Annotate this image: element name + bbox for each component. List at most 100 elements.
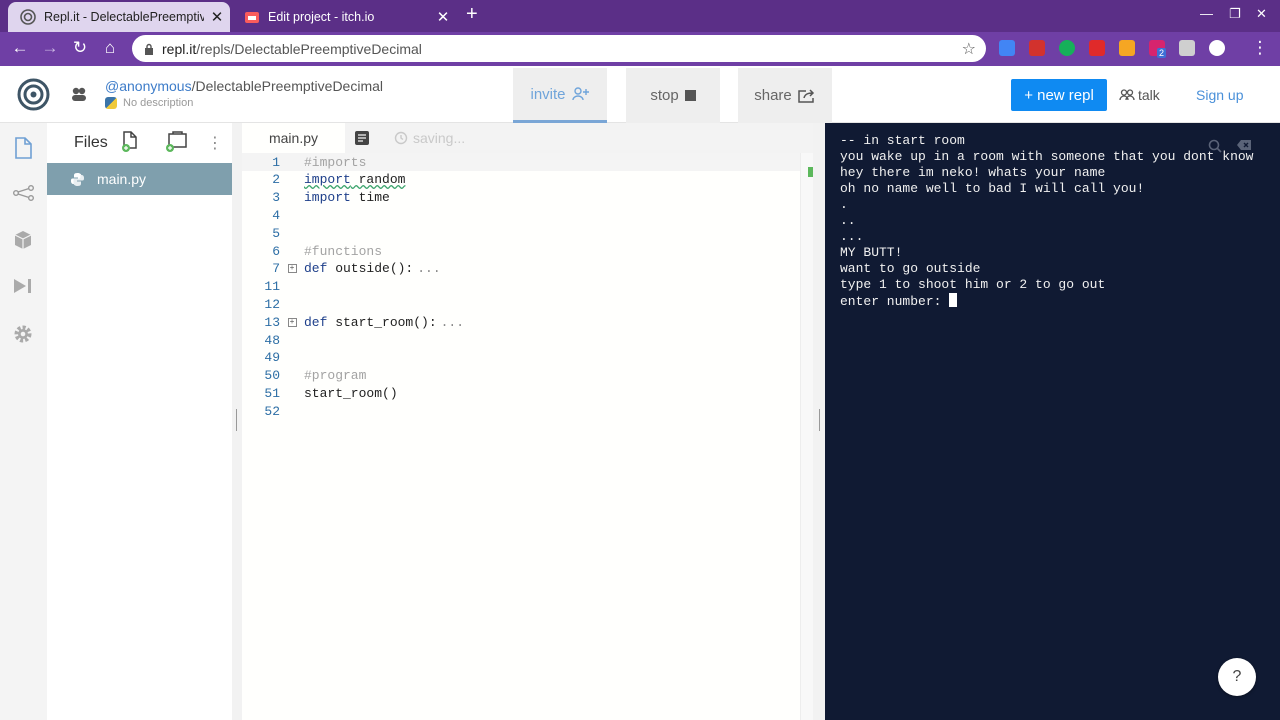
stop-button[interactable]: stop [626,68,720,123]
repl-name: DelectablePreemptiveDecimal [195,78,384,94]
code-line[interactable]: 7 + def outside():... [242,260,802,278]
browser-tab-itchio[interactable]: Edit project - itch.io ✕ [232,2,456,32]
share-button[interactable]: share [738,68,832,123]
code-line[interactable]: 51 start_room() [242,384,802,402]
video-extension-icon[interactable] [1089,40,1105,56]
forward-button[interactable]: → [38,38,62,58]
help-button[interactable]: ? [1218,658,1256,696]
reload-button[interactable]: ↻ [68,38,92,58]
share-icon [798,88,814,103]
code-text: import random [304,172,405,187]
code-line[interactable]: 50 #program [242,367,802,385]
close-icon[interactable]: ✕ [430,8,456,26]
home-button[interactable]: ⌂ [98,38,122,58]
file-item-main-py[interactable]: main.py [47,163,232,195]
cube-extension-icon[interactable] [1119,40,1135,56]
files-icon[interactable] [13,137,33,159]
translate-extension-icon[interactable] [999,40,1015,56]
code-line[interactable]: 4 [242,206,802,224]
console-text: MY BUTT! [840,245,903,260]
avatar-icon[interactable] [70,86,88,102]
line-number: 49 [264,350,280,366]
folded-code-ellipsis[interactable]: ... [417,261,440,276]
version-control-icon[interactable] [13,185,35,201]
line-number: 2 [272,172,280,188]
code-text: #program [304,368,367,384]
screenshot-extension-icon[interactable] [1179,40,1195,56]
code-text: start_room() [304,385,398,401]
back-button[interactable]: ← [8,38,32,58]
description-text: No description [123,97,194,109]
code-statement: def outside(): [304,261,413,276]
window-close-button[interactable]: ✕ [1256,6,1267,22]
code-line[interactable]: 12 [242,295,802,313]
code-line[interactable]: 13 + def start_room():... [242,313,802,331]
console-text: you wake up in a room with someone that … [840,149,1254,164]
console-line: you wake up in a room with someone that … [840,149,1253,164]
packages-icon[interactable] [13,230,33,250]
url-path: /repls/DelectablePreemptiveDecimal [196,40,422,57]
debugger-icon[interactable] [13,278,33,294]
new-repl-button[interactable]: + new repl [1011,79,1107,111]
replit-logo-icon[interactable] [17,78,50,111]
new-tab-button[interactable]: + [466,3,478,26]
bookmark-star-icon[interactable]: ☆ [962,39,976,59]
code-line[interactable]: 48 [242,331,802,349]
repl-title[interactable]: @anonymous/DelectablePreemptiveDecimal [105,78,383,94]
add-folder-icon[interactable] [165,131,189,153]
fold-expand-icon[interactable]: + [287,264,297,274]
line-number: 7 [272,261,280,277]
code-line[interactable]: 52 [242,402,802,420]
code-line[interactable]: 5 [242,224,802,242]
panel-resize-handle[interactable] [232,123,242,720]
settings-icon[interactable] [13,324,33,344]
add-file-icon[interactable] [121,131,139,153]
gamepad-extension-icon[interactable]: 2 [1149,40,1167,58]
code-line[interactable]: 11 [242,278,802,296]
code-line[interactable]: 3 import time [242,189,802,207]
python-file-icon [71,172,84,186]
clear-console-icon[interactable] [1236,139,1252,151]
lock-icon [145,43,153,55]
grammarly-extension-icon[interactable] [1059,40,1075,56]
editor-scrollbar[interactable] [800,153,813,720]
console-text: enter number: [840,294,950,309]
restore-button[interactable]: ❐ [1229,6,1241,22]
minimize-button[interactable]: — [1200,6,1213,21]
console-line: type 1 to shoot him or 2 to go out [840,277,1105,292]
code-rest: time [350,190,390,206]
close-icon[interactable]: ✕ [204,8,230,26]
talk-link[interactable]: talk [1119,87,1160,103]
keyword: def [304,261,328,277]
code-line[interactable]: 1 #imports [242,153,802,171]
console-resize-handle[interactable] [813,123,825,720]
resize-grip[interactable] [819,409,820,431]
folded-code-ellipsis[interactable]: ... [441,315,464,330]
python-icon [105,97,117,109]
saving-label: saving... [413,130,466,146]
bookmark-extension-icon[interactable] [1029,40,1045,56]
signup-link[interactable]: Sign up [1196,87,1243,103]
files-menu-icon[interactable]: ⋮ [207,133,223,153]
line-number: 5 [272,225,280,241]
line-number: 13 [264,314,280,330]
browser-menu-button[interactable]: ⋮ [1248,38,1272,58]
console-line: want to go outside [840,261,980,276]
code-line[interactable]: 6 #functions [242,242,802,260]
owner-link[interactable]: @anonymous [105,78,192,94]
document-icon[interactable] [354,130,370,146]
editor-tab-main-py[interactable]: main.py [242,123,345,153]
console-line: hey there im neko! whats your name [840,165,1105,180]
profile-extension-icon[interactable] [1209,40,1225,56]
console-text: oh no name well to bad I will call you! [840,181,1145,196]
fold-expand-icon[interactable]: + [287,317,297,327]
code-line[interactable]: 2 import random [242,171,802,189]
resize-grip[interactable] [236,409,237,431]
browser-tab-replit[interactable]: Repl.it - DelectablePreemptiveDe ✕ [8,2,230,32]
code-line[interactable]: 49 [242,349,802,367]
search-icon[interactable] [1208,139,1222,153]
invite-button[interactable]: invite [513,68,607,123]
address-bar[interactable]: repl.it/repls/DelectablePreemptiveDecima… [132,35,986,62]
code-area[interactable]: 1 #imports 2 import random 3 import time 4 5 6 #f… [242,153,802,720]
console-output[interactable]: enter number: type 1 to shoot him or 2 t… [825,123,1280,720]
